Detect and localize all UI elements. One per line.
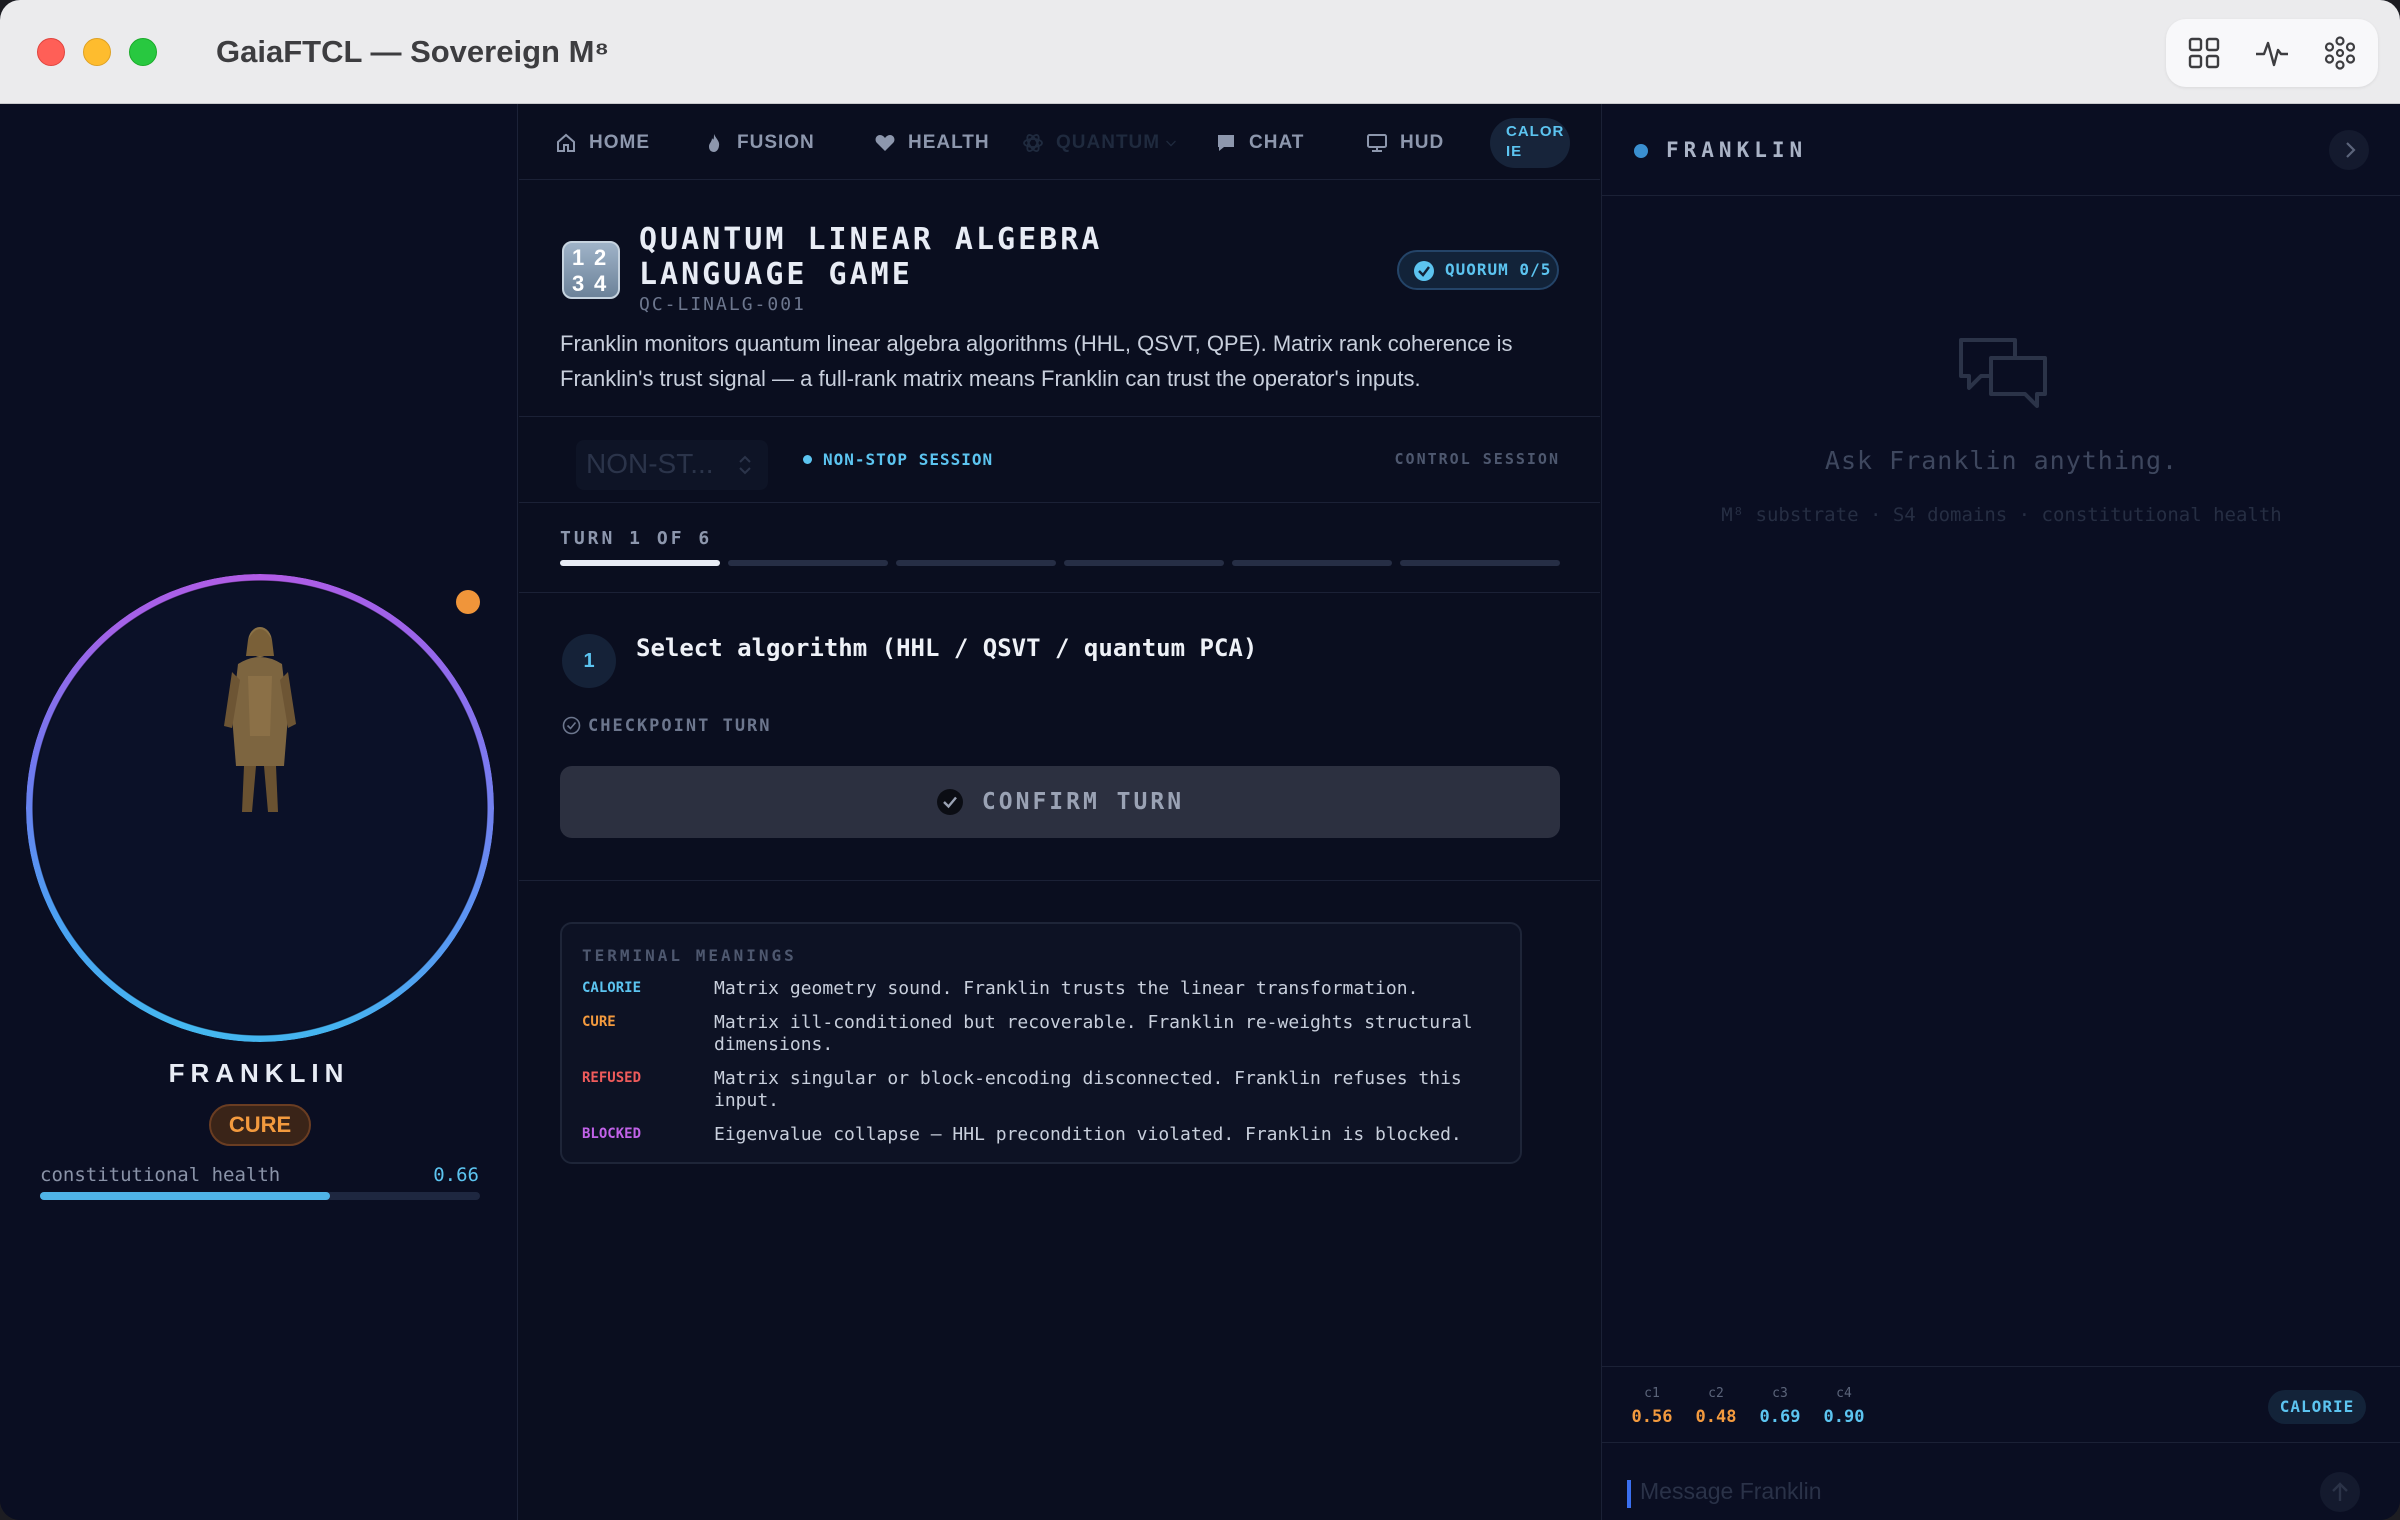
atom-icon[interactable] [2322,35,2358,71]
window-title: GaiaFTCL — Sovereign M⁸ [216,34,610,69]
nav-quantum[interactable]: QUANTUM [1022,128,1178,158]
game-title: QUANTUM LINEAR ALGEBRA LANGUAGE GAME [639,222,1103,292]
health-bar-fill [40,1192,331,1200]
send-button[interactable] [2320,1472,2360,1512]
step-text: Select algorithm (HHL / QSVT / quantum P… [636,634,1258,662]
chat-header: FRANKLIN [1602,104,2400,196]
atom-icon [1023,134,1043,152]
nav-health-label: HEALTH [908,132,990,153]
chat-panel: FRANKLIN Ask Franklin anything. M⁸ subst… [1601,104,2400,1520]
session-status: NON-STOP SESSION [803,450,993,469]
nav-quantum-label: QUANTUM [1056,132,1161,153]
monitor-icon [1367,134,1387,152]
metric-c3: c3 0.69 [1759,1386,1801,1427]
chevron-right-icon [2346,142,2356,158]
turn-label: TURN 1 OF 6 [560,528,713,549]
turn-segment [1400,560,1560,566]
pulse-icon[interactable] [2254,35,2290,71]
avatar-name: FRANKLIN [168,1058,350,1088]
main-content: HOME FUSION HEALTH QUANTUM CHAT HUD CALO… [519,104,1600,1520]
zoom-window-button[interactable] [129,38,157,66]
nav-home[interactable]: HOME [555,128,650,158]
avatar-figure [224,627,296,812]
collapse-panel-button[interactable] [2329,130,2369,170]
chat-bubbles-icon [1959,338,2047,408]
game-number-icon: 1 2 3 4 [562,241,620,299]
nav-hud-label: HUD [1400,132,1445,153]
check-circle-icon [562,716,581,735]
turn-segment [728,560,888,566]
session-mode-select[interactable]: NON-ST... [576,440,768,490]
health-bar [40,1192,480,1200]
flame-icon [709,134,720,152]
avatar-panel: FRANKLIN CURE constitutional health 0.66 [0,104,518,1520]
close-window-button[interactable] [37,38,65,66]
verified-icon [1414,261,1434,281]
turn-segment [1232,560,1392,566]
turn-segment [1064,560,1224,566]
chat-icon [1218,135,1234,151]
state-badge: CURE [209,1104,311,1146]
online-dot [1634,144,1648,158]
quorum-badge: QUORUM 0/5 [1397,250,1559,290]
minimize-window-button[interactable] [83,38,111,66]
title-bar: GaiaFTCL — Sovereign M⁸ [0,0,2400,104]
empty-state-subtitle: M⁸ substrate · S4 domains · constitution… [1721,504,2282,526]
updown-chevron-icon [739,455,751,475]
health-value: 0.66 [433,1164,479,1186]
game-description: Franklin monitors quantum linear algebra… [560,331,1513,391]
titlebar-toolbar [2166,19,2378,87]
nav-fusion-label: FUSION [737,132,815,153]
app-window: GaiaFTCL — Sovereign M⁸ FRANKLIN CURE co… [0,0,2400,1520]
metric-c4: c4 0.90 [1823,1386,1865,1427]
chat-title: FRANKLIN [1666,138,1808,162]
nav-chat[interactable]: CHAT [1215,128,1304,158]
check-circle-icon [936,789,963,815]
nav-fusion[interactable]: FUSION [703,128,815,158]
turn-segment [896,560,1056,566]
step-number: 1 [562,634,616,688]
home-icon [557,133,575,152]
heart-icon [875,135,895,151]
arrow-up-icon [2332,1482,2348,1501]
chevron-down-icon [1166,140,1177,147]
nav-chat-label: CHAT [1249,132,1305,153]
metric-c2: c2 0.48 [1695,1386,1737,1427]
calorie-badge: CALORIE [2268,1390,2366,1424]
terminal-title: TERMINAL MEANINGS [582,946,797,965]
nav-hud[interactable]: HUD [1366,128,1444,158]
status-dot [456,590,480,614]
health-label: constitutional health [40,1164,281,1186]
nav-health[interactable]: HEALTH [874,128,990,158]
confirm-turn-button[interactable]: CONFIRM TURN [560,766,1560,838]
metric-c1: c1 0.56 [1631,1386,1673,1427]
terminal-meanings-card: TERMINAL MEANINGS CALORIE Matrix geometr… [560,922,1522,1164]
message-input[interactable] [1640,1478,2240,1505]
grid-icon[interactable] [2186,35,2222,71]
control-session-button[interactable]: CONTROL SESSION [1395,450,1560,468]
game-code: QC-LINALG-001 [639,294,806,315]
nav-home-label: HOME [589,132,650,153]
turn-segment [560,560,720,566]
checkpoint-label: CHECKPOINT TURN [562,716,772,736]
top-nav: HOME FUSION HEALTH QUANTUM CHAT HUD CALO… [519,104,1600,180]
input-caret [1627,1480,1631,1508]
empty-state-title: Ask Franklin anything. [1824,446,2179,475]
nav-calorie-pill[interactable]: CALOR IE [1490,118,1570,168]
